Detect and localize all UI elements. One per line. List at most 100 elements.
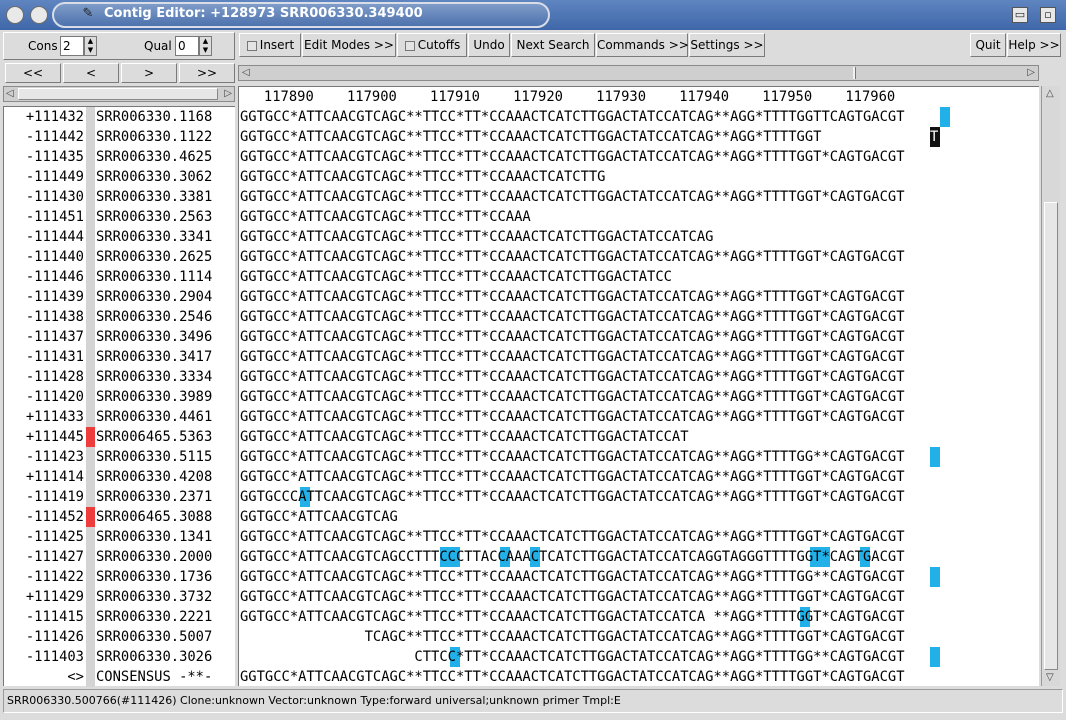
- cursor-base: T: [930, 129, 939, 145]
- read-name[interactable]: SRR006330.2546: [96, 307, 212, 327]
- read-sequence[interactable]: TCAGC**TTCC*TT*CCAAACTCATCTTGGACTATCCATC…: [240, 627, 905, 647]
- base-highlight: [930, 567, 940, 587]
- read-sequence[interactable]: GGTGCC*ATTCAACGTCAGC**TTCC*TT*CCAAACTCAT…: [240, 407, 905, 427]
- read-name[interactable]: SRR006330.3496: [96, 327, 212, 347]
- scroll-next-button[interactable]: >: [121, 63, 177, 83]
- read-sequence[interactable]: GGTGCC*ATTCAACGTCAGC**TTCC*TT*CCAAACTCAT…: [240, 587, 905, 607]
- read-name[interactable]: SRR006330.2000: [96, 547, 212, 567]
- quit-button[interactable]: Quit: [970, 33, 1006, 57]
- seq-hscroll-thumb[interactable]: [853, 67, 856, 79]
- cutoffs-toggle[interactable]: Cutoffs: [397, 33, 467, 57]
- read-sequence[interactable]: GGTGCC*ATTCAACGTCAGC**TTCC*TT*CCAAACTCAT…: [240, 607, 905, 627]
- cons-stepper[interactable]: ▲ ▼: [84, 36, 97, 56]
- read-sequence[interactable]: GGTGCC*ATTCAACGTCAGC**TTCC*TT*CCAAACTCAT…: [240, 227, 713, 247]
- scroll-up-icon[interactable]: △: [1046, 89, 1054, 99]
- read-name[interactable]: SRR006330.1736: [96, 567, 212, 587]
- read-sequence[interactable]: GGTGCC*ATTCAACGTCAGC**TTCC*TT*CCAAACTCAT…: [240, 527, 905, 547]
- settings-button[interactable]: Settings >>: [689, 33, 765, 57]
- read-name[interactable]: SRR006330.3417: [96, 347, 212, 367]
- names-hscroll-thumb[interactable]: [18, 88, 218, 100]
- cons-input[interactable]: 2: [60, 36, 84, 56]
- read-name[interactable]: SRR006330.1122: [96, 127, 212, 147]
- cutoffs-checkbox[interactable]: [405, 41, 415, 51]
- read-sequence[interactable]: GGTGCC*ATTCAACGTCAGC**TTCC*TT*CCAAACTCAT…: [240, 147, 905, 167]
- vertical-scrollbar[interactable]: △ ▽: [1041, 86, 1060, 686]
- read-name[interactable]: SRR006330.3381: [96, 187, 212, 207]
- read-sequence[interactable]: GGTGCC*ATTCAACGTCAGC**TTCC*TT*CCAAACTCAT…: [240, 167, 605, 187]
- read-sequence[interactable]: GGTGCC*ATTCAACGTCAGC**TTCC*TT*CCAAACTCAT…: [240, 567, 905, 587]
- window-shade-icon[interactable]: [30, 6, 48, 24]
- read-sequence[interactable]: GGTGCC*ATTCAACGTCAGC**TTCC*TT*CCAAACTCAT…: [240, 307, 905, 327]
- read-name[interactable]: SRR006330.4461: [96, 407, 212, 427]
- read-name[interactable]: SRR006465.3088: [96, 507, 212, 527]
- insert-checkbox[interactable]: [247, 41, 257, 51]
- read-sequence[interactable]: GGTGCC*ATTCAACGTCAG: [240, 507, 398, 527]
- help-button[interactable]: Help >>: [1007, 33, 1061, 57]
- read-sequence[interactable]: GGTGCC*ATTCAACGTCAGC**TTCC*TT*CCAAACTCAT…: [240, 287, 905, 307]
- undo-button[interactable]: Undo: [468, 33, 510, 57]
- read-sequence[interactable]: GGTGCC*ATTCAACGTCAGC**TTCC*TT*CCAAACTCAT…: [240, 427, 689, 447]
- read-sequence[interactable]: GGTGCC*ATTCAACGTCAGC**TTCC*TT*CCAAACTCAT…: [240, 187, 905, 207]
- seq-hscrollbar[interactable]: ◁ ▷: [238, 65, 1039, 81]
- read-name[interactable]: SRR006330.1168: [96, 107, 212, 127]
- read-sequence[interactable]: GGTGCC*ATTCAACGTCAGCCTTTCCCTTACCAAACTCAT…: [240, 547, 905, 567]
- read-name[interactable]: SRR006330.1341: [96, 527, 212, 547]
- consensus-sequence[interactable]: GGTGCC*ATTCAACGTCAGC**TTCC*TT*CCAAACTCAT…: [240, 667, 905, 686]
- read-name[interactable]: SRR006330.4625: [96, 147, 212, 167]
- scroll-right-icon[interactable]: ▷: [1027, 68, 1035, 78]
- read-name[interactable]: SRR006330.2625: [96, 247, 212, 267]
- read-name[interactable]: SRR006465.5363: [96, 427, 212, 447]
- names-hscrollbar[interactable]: ◁ ▷: [3, 86, 235, 102]
- vertical-scroll-thumb[interactable]: [1044, 202, 1058, 670]
- read-number: -111425: [25, 529, 84, 545]
- minimize-icon[interactable]: ▭: [1012, 7, 1028, 23]
- read-name[interactable]: SRR006330.4208: [96, 467, 212, 487]
- read-sequence[interactable]: GGTGCC*ATTCAACGTCAGC**TTCC*TT*CCAAA: [240, 207, 531, 227]
- read-sequence[interactable]: CTTCC*TT*CCAAACTCATCTTGGACTATCCATCAG**AG…: [240, 647, 904, 667]
- read-sequence[interactable]: GGTGCC*ATTCAACGTCAGC**TTCC*TT*CCAAACTCAT…: [240, 387, 905, 407]
- read-sequence[interactable]: GGTGCC*ATTCAACGTCAGC**TTCC*TT*CCAAACTCAT…: [240, 327, 905, 347]
- read-name[interactable]: SRR006330.2221: [96, 607, 212, 627]
- read-name[interactable]: SRR006330.3341: [96, 227, 212, 247]
- read-name[interactable]: SRR006330.5007: [96, 627, 212, 647]
- read-sequence[interactable]: GGTGCC*ATTCAACGTCAGC**TTCC*TT*CCAAACTCAT…: [240, 347, 905, 367]
- read-sequence[interactable]: GGTGCC*ATTCAACGTCAGC**TTCC*TT*CCAAACTCAT…: [240, 447, 905, 467]
- next-search-button[interactable]: Next Search: [511, 33, 595, 57]
- scroll-prev-button[interactable]: <: [63, 63, 119, 83]
- read-name[interactable]: SRR006330.3334: [96, 367, 212, 387]
- read-name[interactable]: SRR006330.1114: [96, 267, 212, 287]
- scroll-down-icon[interactable]: ▽: [1046, 673, 1054, 683]
- read-name[interactable]: SRR006330.3062: [96, 167, 212, 187]
- scroll-last-button[interactable]: >>: [179, 63, 235, 83]
- scroll-first-button[interactable]: <<: [5, 63, 61, 83]
- read-sequence[interactable]: GGTGCC*ATTCAACGTCAGC**TTCC*TT*CCAAACTCAT…: [240, 127, 821, 147]
- names-scroll-right-icon[interactable]: ▷: [224, 89, 232, 99]
- scroll-left-icon[interactable]: ◁: [242, 68, 250, 78]
- qual-input[interactable]: 0: [175, 36, 199, 56]
- read-name[interactable]: SRR006330.3732: [96, 587, 212, 607]
- read-name[interactable]: SRR006330.2371: [96, 487, 212, 507]
- read-name[interactable]: SRR006330.2563: [96, 207, 212, 227]
- read-name[interactable]: SRR006330.2904: [96, 287, 212, 307]
- sequence-panel[interactable]: 117890 117900 117910 117920 117930 11794…: [238, 86, 1039, 686]
- read-name[interactable]: SRR006330.5115: [96, 447, 212, 467]
- read-sequence[interactable]: GGTGCCCATTCAACGTCAGC**TTCC*TT*CCAAACTCAT…: [240, 487, 905, 507]
- read-sequence[interactable]: GGTGCC*ATTCAACGTCAGC**TTCC*TT*CCAAACTCAT…: [240, 367, 905, 387]
- qual-stepper[interactable]: ▲ ▼: [199, 36, 212, 56]
- read-name[interactable]: SRR006330.3026: [96, 647, 212, 667]
- read-sequence[interactable]: GGTGCC*ATTCAACGTCAGC**TTCC*TT*CCAAACTCAT…: [240, 467, 905, 487]
- edit-modes-button[interactable]: Edit Modes >>: [302, 33, 396, 57]
- read-sequence[interactable]: GGTGCC*ATTCAACGTCAGC**TTCC*TT*CCAAACTCAT…: [240, 107, 905, 127]
- commands-button[interactable]: Commands >>: [596, 33, 689, 57]
- read-number: +111433: [25, 409, 84, 425]
- consensus-label[interactable]: CONSENSUS -**-: [96, 667, 212, 687]
- insert-toggle[interactable]: Insert: [239, 33, 301, 57]
- window-menu-icon[interactable]: [6, 6, 24, 24]
- read-sequence[interactable]: GGTGCC*ATTCAACGTCAGC**TTCC*TT*CCAAACTCAT…: [240, 247, 905, 267]
- names-scroll-left-icon[interactable]: ◁: [6, 89, 14, 99]
- read-sequence[interactable]: GGTGCC*ATTCAACGTCAGC**TTCC*TT*CCAAACTCAT…: [240, 267, 672, 287]
- read-number: -111439: [25, 289, 84, 305]
- read-number: +111445: [25, 429, 84, 445]
- read-name[interactable]: SRR006330.3989: [96, 387, 212, 407]
- maximize-icon[interactable]: ▫: [1040, 7, 1056, 23]
